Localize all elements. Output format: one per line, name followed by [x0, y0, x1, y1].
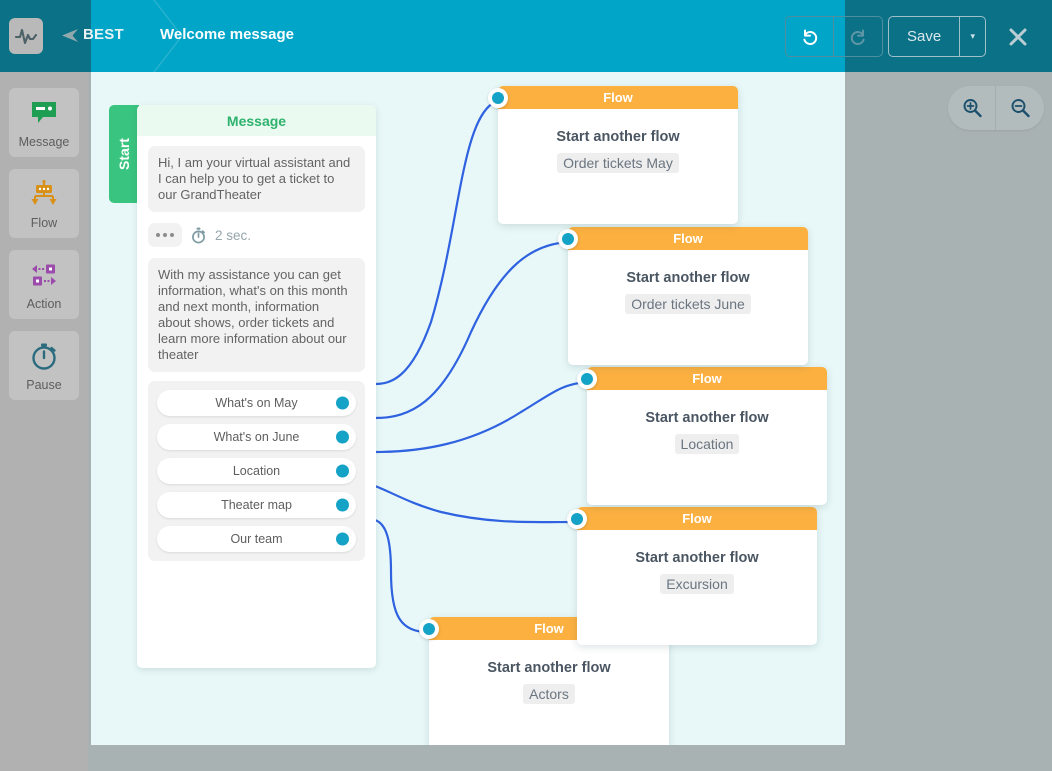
- connector-dot[interactable]: [336, 465, 349, 478]
- timer-icon: [29, 341, 59, 371]
- connector-dot[interactable]: [336, 533, 349, 546]
- sidebar-item-pause-label: Pause: [26, 378, 61, 392]
- start-tab: Start: [109, 105, 139, 203]
- message-node-header: Message: [137, 105, 376, 136]
- node-input-connector[interactable]: [488, 88, 508, 108]
- message-bubble-2[interactable]: With my assistance you can get informati…: [148, 258, 365, 372]
- zoom-out-icon: [1009, 97, 1031, 119]
- undo-button[interactable]: [786, 17, 834, 56]
- flow-node-title: Start another flow: [626, 270, 749, 286]
- undo-icon: [800, 27, 820, 47]
- page-title: Welcome message: [160, 26, 294, 43]
- zoom-in-icon: [961, 97, 983, 119]
- flow-node-body: Start another flow Excursion: [577, 530, 817, 594]
- flow-node[interactable]: Flow Start another flow Order tickets Ju…: [568, 227, 808, 365]
- flow-node[interactable]: Flow Start another flow Order tickets Ma…: [498, 86, 738, 224]
- sidebar-item-action-label: Action: [27, 297, 62, 311]
- close-icon: [1006, 25, 1030, 49]
- flow-canvas[interactable]: Start Message Hi, I am your virtual assi…: [91, 72, 845, 745]
- message-bubble-1[interactable]: Hi, I am your virtual assistant and I ca…: [148, 146, 365, 212]
- action-arrows-icon: [28, 260, 60, 290]
- start-tab-label: Start: [116, 138, 132, 170]
- quick-reply-button[interactable]: What's on May: [157, 390, 356, 416]
- zoom-controls: [948, 86, 1044, 130]
- flow-node-name: Excursion: [660, 574, 733, 594]
- zoom-out-button[interactable]: [996, 86, 1044, 130]
- quick-reply-label: Location: [233, 464, 280, 478]
- flow-node-title: Start another flow: [635, 550, 758, 566]
- quick-reply-button[interactable]: Theater map: [157, 492, 356, 518]
- quick-reply-group: What's on May What's on June Location Th…: [148, 381, 365, 561]
- delay-text: 2 sec.: [215, 228, 251, 243]
- edge-to-flow-3: [375, 382, 587, 452]
- sidebar-item-action[interactable]: Action: [9, 250, 79, 319]
- breadcrumb-root[interactable]: BEST: [83, 26, 124, 43]
- connector-dot[interactable]: [336, 431, 349, 444]
- flow-node-name: Location: [675, 434, 740, 454]
- top-header: BEST Welcome message Save: [0, 0, 1052, 72]
- flow-node[interactable]: Flow Start another flow Location: [587, 367, 827, 505]
- flow-node-header: Flow: [577, 507, 817, 530]
- quick-reply-label: What's on May: [215, 396, 297, 410]
- zoom-in-button[interactable]: [948, 86, 996, 130]
- chat-bubble-icon: [29, 98, 59, 128]
- delay-row: 2 sec.: [148, 223, 365, 247]
- left-sidebar: Message Flow: [0, 72, 88, 771]
- connector-dot[interactable]: [336, 499, 349, 512]
- edge-to-flow-4: [375, 486, 577, 522]
- flow-node-body: Start another flow Location: [587, 390, 827, 454]
- undo-redo-group: [785, 16, 883, 57]
- flow-node-title: Start another flow: [556, 129, 679, 145]
- sidebar-item-pause[interactable]: Pause: [9, 331, 79, 400]
- sidebar-item-message-label: Message: [19, 135, 70, 149]
- flow-node-body: Start another flow Order tickets June: [568, 250, 808, 314]
- quick-reply-button[interactable]: Location: [157, 458, 356, 484]
- flow-node-header: Flow: [587, 367, 827, 390]
- quick-reply-label: Our team: [230, 532, 282, 546]
- flow-robot-icon: [28, 179, 60, 209]
- edge-to-flow-5: [375, 520, 429, 632]
- flow-node-header: Flow: [568, 227, 808, 250]
- flow-node-name: Order tickets June: [625, 294, 751, 314]
- flow-node[interactable]: Flow Start another flow Excursion: [577, 507, 817, 645]
- node-input-connector[interactable]: [419, 619, 439, 639]
- connector-dot[interactable]: [336, 397, 349, 410]
- message-node[interactable]: Message Hi, I am your virtual assistant …: [137, 105, 376, 668]
- flow-node-name: Actors: [523, 684, 575, 704]
- quick-reply-button[interactable]: Our team: [157, 526, 356, 552]
- sidebar-item-flow[interactable]: Flow: [9, 169, 79, 238]
- flow-node-header: Flow: [498, 86, 738, 109]
- redo-button[interactable]: [834, 17, 882, 56]
- quick-reply-label: What's on June: [214, 430, 300, 444]
- flow-node-title: Start another flow: [487, 660, 610, 676]
- flow-node-body: Start another flow Order tickets May: [498, 109, 738, 173]
- sidebar-item-message[interactable]: Message: [9, 88, 79, 157]
- message-node-body: Hi, I am your virtual assistant and I ca…: [137, 136, 376, 561]
- save-dropdown-button[interactable]: ▾: [959, 17, 985, 56]
- app-logo[interactable]: [9, 18, 43, 54]
- save-group: Save ▾: [888, 16, 986, 57]
- close-button[interactable]: [1003, 22, 1033, 52]
- edge-to-flow-2: [375, 242, 569, 418]
- node-input-connector[interactable]: [567, 509, 587, 529]
- edge-to-flow-1: [375, 100, 499, 384]
- stopwatch-icon: [191, 227, 206, 244]
- flow-node-title: Start another flow: [645, 410, 768, 426]
- redo-icon: [848, 27, 868, 47]
- app-root: BEST Welcome message Save: [0, 0, 1052, 771]
- save-button[interactable]: Save: [889, 17, 959, 56]
- quick-reply-button[interactable]: What's on June: [157, 424, 356, 450]
- sidebar-item-flow-label: Flow: [31, 216, 57, 230]
- back-button[interactable]: [60, 27, 80, 45]
- typing-dots-icon: [148, 223, 182, 247]
- node-input-connector[interactable]: [558, 229, 578, 249]
- quick-reply-label: Theater map: [221, 498, 292, 512]
- flow-node-body: Start another flow Actors: [429, 640, 669, 704]
- flow-node-name: Order tickets May: [557, 153, 679, 173]
- node-input-connector[interactable]: [577, 369, 597, 389]
- pulse-logo-icon: [15, 26, 37, 46]
- back-arrow-icon: [60, 27, 80, 45]
